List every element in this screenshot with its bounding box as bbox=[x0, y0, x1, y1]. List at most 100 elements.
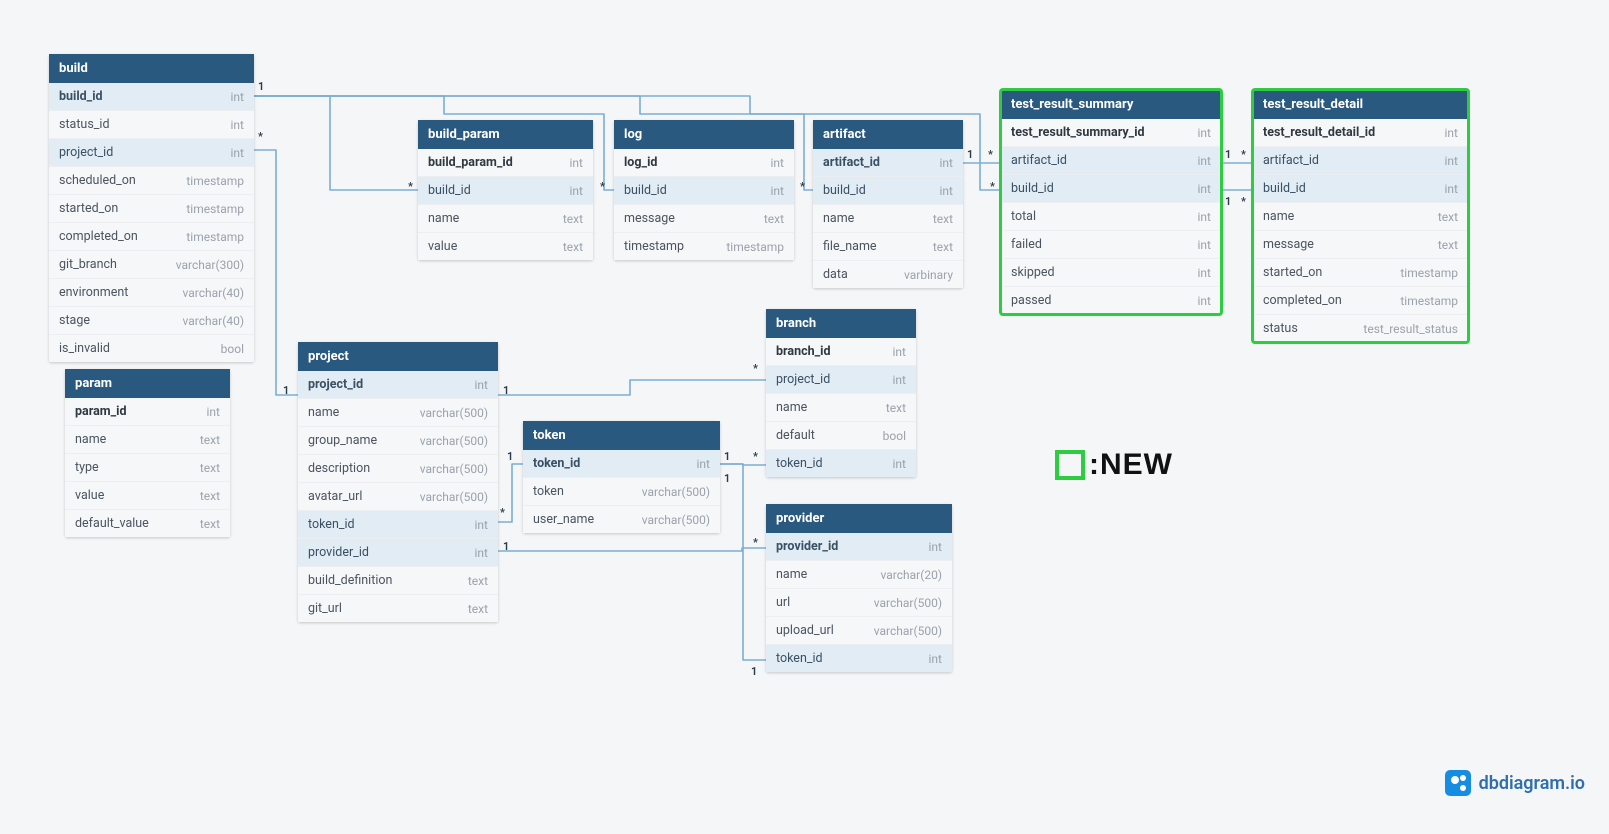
field-row[interactable]: token_idint bbox=[766, 450, 916, 477]
field-row[interactable]: build_param_idint bbox=[418, 149, 593, 177]
field-row[interactable]: started_ontimestamp bbox=[49, 195, 254, 223]
field-type: int bbox=[570, 156, 583, 170]
field-row[interactable]: scheduled_ontimestamp bbox=[49, 167, 254, 195]
field-row[interactable]: file_nametext bbox=[813, 233, 963, 261]
field-row[interactable]: default_valuetext bbox=[65, 510, 230, 537]
field-name: completed_on bbox=[1263, 293, 1342, 308]
field-row[interactable]: build_idint bbox=[614, 177, 794, 205]
field-row[interactable]: tokenvarchar(500) bbox=[523, 478, 720, 506]
entity-build_param[interactable]: build_parambuild_param_idintbuild_idintn… bbox=[418, 120, 593, 260]
field-row[interactable]: artifact_idint bbox=[1253, 147, 1468, 175]
field-row[interactable]: typetext bbox=[65, 454, 230, 482]
entity-param[interactable]: paramparam_idintnametexttypetextvaluetex… bbox=[65, 369, 230, 537]
field-row[interactable]: branch_idint bbox=[766, 338, 916, 366]
field-name: log_id bbox=[624, 155, 657, 170]
field-type: int bbox=[475, 546, 488, 560]
field-row[interactable]: log_idint bbox=[614, 149, 794, 177]
field-row[interactable]: token_idint bbox=[766, 645, 952, 672]
field-row[interactable]: build_definitiontext bbox=[298, 567, 498, 595]
field-row[interactable]: valuetext bbox=[418, 233, 593, 260]
field-row[interactable]: messagetext bbox=[614, 205, 794, 233]
field-type: int bbox=[231, 118, 244, 132]
field-row[interactable]: avatar_urlvarchar(500) bbox=[298, 483, 498, 511]
field-row[interactable]: timestamptimestamp bbox=[614, 233, 794, 260]
field-row[interactable]: environmentvarchar(40) bbox=[49, 279, 254, 307]
entity-header[interactable]: provider bbox=[766, 504, 952, 533]
entity-test_result_detail[interactable]: test_result_detailtest_result_detail_idi… bbox=[1253, 90, 1468, 342]
field-row[interactable]: namevarchar(20) bbox=[766, 561, 952, 589]
field-name: build_id bbox=[1011, 181, 1054, 196]
field-row[interactable]: failedint bbox=[1001, 231, 1221, 259]
field-type: int bbox=[1198, 266, 1211, 280]
field-row[interactable]: provider_idint bbox=[766, 533, 952, 561]
field-row[interactable]: group_namevarchar(500) bbox=[298, 427, 498, 455]
cardinality-label: * bbox=[1241, 148, 1246, 161]
entity-header[interactable]: log bbox=[614, 120, 794, 149]
field-row[interactable]: git_urltext bbox=[298, 595, 498, 622]
entity-header[interactable]: branch bbox=[766, 309, 916, 338]
entity-header[interactable]: test_result_detail bbox=[1253, 90, 1468, 119]
field-row[interactable]: user_namevarchar(500) bbox=[523, 506, 720, 533]
entity-header[interactable]: project bbox=[298, 342, 498, 371]
field-row[interactable]: nametext bbox=[418, 205, 593, 233]
field-row[interactable]: valuetext bbox=[65, 482, 230, 510]
entity-build[interactable]: buildbuild_idintstatus_idintproject_idin… bbox=[49, 54, 254, 362]
field-row[interactable]: build_idint bbox=[1253, 175, 1468, 203]
field-row[interactable]: param_idint bbox=[65, 398, 230, 426]
field-row[interactable]: provider_idint bbox=[298, 539, 498, 567]
field-row[interactable]: completed_ontimestamp bbox=[1253, 287, 1468, 315]
entity-provider[interactable]: providerprovider_idintnamevarchar(20)url… bbox=[766, 504, 952, 672]
field-row[interactable]: passedint bbox=[1001, 287, 1221, 314]
field-row[interactable]: build_idint bbox=[49, 83, 254, 111]
entity-branch[interactable]: branchbranch_idintproject_idintnametextd… bbox=[766, 309, 916, 477]
entity-project[interactable]: projectproject_idintnamevarchar(500)grou… bbox=[298, 342, 498, 622]
field-row[interactable]: build_idint bbox=[1001, 175, 1221, 203]
entity-header[interactable]: build_param bbox=[418, 120, 593, 149]
field-row[interactable]: nametext bbox=[65, 426, 230, 454]
field-row[interactable]: git_branchvarchar(300) bbox=[49, 251, 254, 279]
entity-header[interactable]: build bbox=[49, 54, 254, 83]
entity-artifact[interactable]: artifactartifact_idintbuild_idintnametex… bbox=[813, 120, 963, 288]
entity-header[interactable]: param bbox=[65, 369, 230, 398]
field-row[interactable]: upload_urlvarchar(500) bbox=[766, 617, 952, 645]
field-row[interactable]: nametext bbox=[766, 394, 916, 422]
entity-header[interactable]: artifact bbox=[813, 120, 963, 149]
field-row[interactable]: test_result_detail_idint bbox=[1253, 119, 1468, 147]
cardinality-label: 1 bbox=[967, 148, 973, 161]
entity-header[interactable]: token bbox=[523, 421, 720, 450]
field-row[interactable]: descriptionvarchar(500) bbox=[298, 455, 498, 483]
field-row[interactable]: project_idint bbox=[766, 366, 916, 394]
field-row[interactable]: datavarbinary bbox=[813, 261, 963, 288]
cardinality-label: 1 bbox=[1225, 148, 1231, 161]
entity-token[interactable]: tokentoken_idinttokenvarchar(500)user_na… bbox=[523, 421, 720, 533]
field-row[interactable]: started_ontimestamp bbox=[1253, 259, 1468, 287]
field-row[interactable]: namevarchar(500) bbox=[298, 399, 498, 427]
field-row[interactable]: completed_ontimestamp bbox=[49, 223, 254, 251]
field-row[interactable]: token_idint bbox=[523, 450, 720, 478]
field-row[interactable]: nametext bbox=[1253, 203, 1468, 231]
field-row[interactable]: project_idint bbox=[49, 139, 254, 167]
field-row[interactable]: totalint bbox=[1001, 203, 1221, 231]
erd-canvas[interactable]: :NEW dbdiagram.io buildbuild_idintstatus… bbox=[0, 0, 1609, 834]
field-row[interactable]: build_idint bbox=[813, 177, 963, 205]
field-row[interactable]: urlvarchar(500) bbox=[766, 589, 952, 617]
field-row[interactable]: test_result_summary_idint bbox=[1001, 119, 1221, 147]
field-row[interactable]: skippedint bbox=[1001, 259, 1221, 287]
field-row[interactable]: status_idint bbox=[49, 111, 254, 139]
field-row[interactable]: defaultbool bbox=[766, 422, 916, 450]
field-row[interactable]: artifact_idint bbox=[1001, 147, 1221, 175]
entity-log[interactable]: loglog_idintbuild_idintmessagetexttimest… bbox=[614, 120, 794, 260]
entity-test_result_summary[interactable]: test_result_summarytest_result_summary_i… bbox=[1001, 90, 1221, 314]
field-row[interactable]: token_idint bbox=[298, 511, 498, 539]
watermark[interactable]: dbdiagram.io bbox=[1445, 770, 1585, 796]
entity-header[interactable]: test_result_summary bbox=[1001, 90, 1221, 119]
field-row[interactable]: project_idint bbox=[298, 371, 498, 399]
field-row[interactable]: build_idint bbox=[418, 177, 593, 205]
field-row[interactable]: is_invalidbool bbox=[49, 335, 254, 362]
field-row[interactable]: artifact_idint bbox=[813, 149, 963, 177]
field-row[interactable]: nametext bbox=[813, 205, 963, 233]
field-row[interactable]: messagetext bbox=[1253, 231, 1468, 259]
field-type: text bbox=[200, 461, 220, 475]
field-row[interactable]: statustest_result_status bbox=[1253, 315, 1468, 342]
field-row[interactable]: stagevarchar(40) bbox=[49, 307, 254, 335]
